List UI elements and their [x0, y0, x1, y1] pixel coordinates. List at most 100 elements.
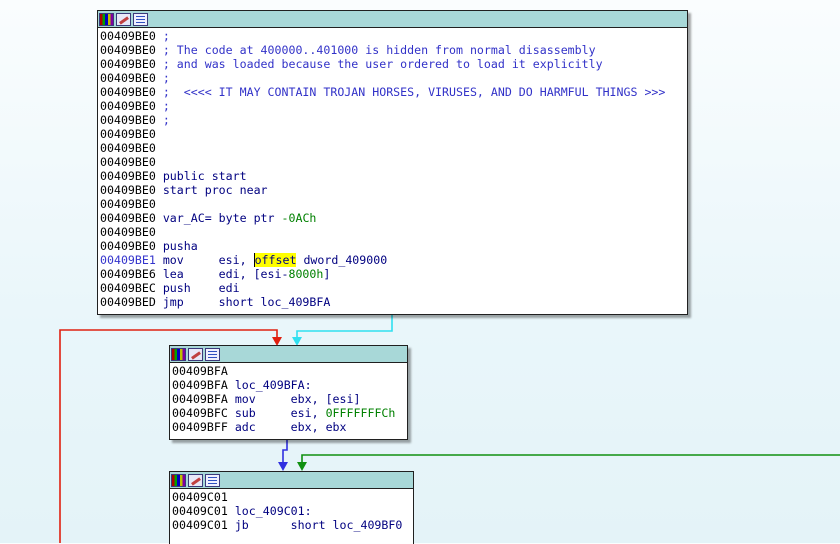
code-line[interactable]: 00409BE1 mov esi, offset dword_409000 — [100, 253, 687, 267]
instruction-text: push edi — [162, 281, 240, 295]
node-listing[interactable]: 00409C01 00409C01 loc_409C01: 00409C01 jb… — [170, 489, 413, 532]
code-line[interactable]: 00409BE0 var_AC= byte ptr -0ACh — [100, 211, 687, 225]
address: 00409BE0 — [100, 85, 156, 99]
code-line[interactable]: 00409BFC sub esi, 0FFFFFFFCh — [172, 406, 407, 420]
graph-node-start[interactable]: 00409BE0 ; 00409BE0 ; The code at 400000.… — [97, 10, 688, 315]
code-line[interactable]: 00409BFF adc ebx, ebx — [172, 420, 407, 434]
edge-blue — [282, 439, 288, 465]
address: 00409BE0 — [100, 113, 156, 127]
comment-text: ; The code at 400000..401000 is hidden f… — [162, 43, 596, 57]
instruction-text: jmp short loc_409BFA — [162, 295, 331, 309]
address: 00409C01 — [172, 518, 228, 532]
node-header[interactable] — [170, 472, 413, 489]
comment-text: ; and was loaded because the user ordere… — [162, 57, 603, 71]
address: 00409BFA — [172, 392, 228, 406]
address: 00409BEC — [100, 281, 156, 295]
edit-node-icon[interactable] — [116, 12, 131, 26]
edit-node-icon[interactable] — [188, 473, 203, 487]
immediate-value: -0ACh — [281, 211, 317, 225]
graph-overview-icon[interactable] — [171, 347, 186, 361]
instruction-text: var_AC= byte ptr — [162, 211, 282, 225]
address: 00409BFA — [172, 378, 228, 392]
instruction-text: mov ebx, [esi] — [234, 392, 361, 406]
code-line[interactable]: 00409BE0 pusha — [100, 239, 687, 253]
address: 00409BE0 — [100, 225, 156, 239]
code-line[interactable]: 00409C01 — [172, 490, 413, 504]
address: 00409BFC — [172, 406, 228, 420]
graph-node-loc-409bfa[interactable]: 00409BFA 00409BFA loc_409BFA: 00409BFA mo… — [169, 345, 408, 440]
code-line[interactable]: 00409C01 jb short loc_409BF0 — [172, 518, 413, 532]
address: 00409C01 — [172, 504, 228, 518]
code-line[interactable]: 00409BE0 — [100, 127, 687, 141]
address: 00409BE0 — [100, 211, 156, 225]
code-line[interactable]: 00409BE0 ; — [100, 29, 687, 43]
highlighted-keyword[interactable]: offset — [253, 253, 297, 267]
instruction-text: adc ebx, ebx — [234, 420, 347, 434]
code-line[interactable]: 00409BE6 lea edi, [esi-8000h] — [100, 267, 687, 281]
edge-blue-arrow — [278, 462, 288, 471]
code-line[interactable]: 00409BE0 ; — [100, 71, 687, 85]
address: 00409BE0 — [100, 99, 156, 113]
immediate-value: 8000h — [288, 267, 324, 281]
code-line[interactable]: 00409C01 loc_409C01: — [172, 504, 413, 518]
comment-text: ; — [162, 29, 170, 43]
instruction-text: dword_409000 — [296, 253, 388, 267]
code-line[interactable]: 00409BEC push edi — [100, 281, 687, 295]
code-line[interactable]: 00409BE0 — [100, 197, 687, 211]
instruction-text: public start — [162, 169, 247, 183]
comment-text: ; — [162, 99, 170, 113]
immediate-value: 0FFFFFFFCh — [325, 406, 396, 420]
code-line[interactable]: 00409BFA — [172, 364, 407, 378]
comment-text: ; — [162, 113, 170, 127]
address: 00409BE0 — [100, 183, 156, 197]
graph-overview-icon[interactable] — [171, 473, 186, 487]
graph-overview-icon[interactable] — [99, 12, 114, 26]
code-line[interactable]: 00409BE0 ; and was loaded because the us… — [100, 57, 687, 71]
address: 00409BFF — [172, 420, 228, 434]
text-view-icon[interactable] — [205, 347, 220, 361]
instruction-text: loc_409BFA: — [234, 378, 312, 392]
text-view-icon[interactable] — [133, 12, 148, 26]
node-listing[interactable]: 00409BFA 00409BFA loc_409BFA: 00409BFA mo… — [170, 363, 407, 434]
address: 00409BE0 — [100, 57, 156, 71]
instruction-text: pusha — [162, 239, 198, 253]
code-line[interactable]: 00409BE0 ; The code at 400000..401000 is… — [100, 43, 687, 57]
address: 00409BE0 — [100, 155, 156, 169]
address: 00409BE0 — [100, 197, 156, 211]
edit-node-icon[interactable] — [188, 347, 203, 361]
instruction-text: mov esi, — [162, 253, 254, 267]
address: 00409BE0 — [100, 43, 156, 57]
comment-text: ; <<<< IT MAY CONTAIN TROJAN HORSES, VIR… — [162, 85, 666, 99]
code-line[interactable]: 00409BE0 public start — [100, 169, 687, 183]
instruction-text: start proc near — [162, 183, 268, 197]
code-line[interactable]: 00409BE0 start proc near — [100, 183, 687, 197]
code-line[interactable]: 00409BE0 — [100, 141, 687, 155]
code-line[interactable]: 00409BE0 ; — [100, 113, 687, 127]
address: 00409BE0 — [100, 29, 156, 43]
instruction-text: sub esi, — [234, 406, 326, 420]
edge-green-arrow — [297, 462, 307, 471]
code-line[interactable]: 00409BE0 — [100, 225, 687, 239]
address: 00409BE0 — [100, 127, 156, 141]
graph-node-loc-409c01[interactable]: 00409C01 00409C01 loc_409C01: 00409C01 jb… — [169, 471, 414, 544]
address: 00409BE0 — [100, 239, 156, 253]
node-header[interactable] — [170, 346, 407, 363]
code-line[interactable]: 00409BE0 ; <<<< IT MAY CONTAIN TROJAN HO… — [100, 85, 687, 99]
edge-cyan — [296, 315, 393, 340]
instruction-text: ] — [323, 267, 331, 281]
text-view-icon[interactable] — [205, 473, 220, 487]
address: 00409BE0 — [100, 141, 156, 155]
code-line[interactable]: 00409BE0 — [100, 155, 687, 169]
comment-text: ; — [162, 71, 170, 85]
address: 00409BFA — [172, 364, 228, 378]
instruction-text: lea edi, [esi- — [162, 267, 289, 281]
code-line[interactable]: 00409BFA loc_409BFA: — [172, 378, 407, 392]
code-line[interactable]: 00409BED jmp short loc_409BFA — [100, 295, 687, 309]
code-line[interactable]: 00409BFA mov ebx, [esi] — [172, 392, 407, 406]
node-header[interactable] — [98, 11, 687, 28]
edge-green — [301, 454, 840, 465]
address: 00409BE1 — [100, 253, 156, 267]
instruction-text: loc_409C01: — [234, 504, 312, 518]
node-listing[interactable]: 00409BE0 ; 00409BE0 ; The code at 400000.… — [98, 28, 687, 309]
code-line[interactable]: 00409BE0 ; — [100, 99, 687, 113]
